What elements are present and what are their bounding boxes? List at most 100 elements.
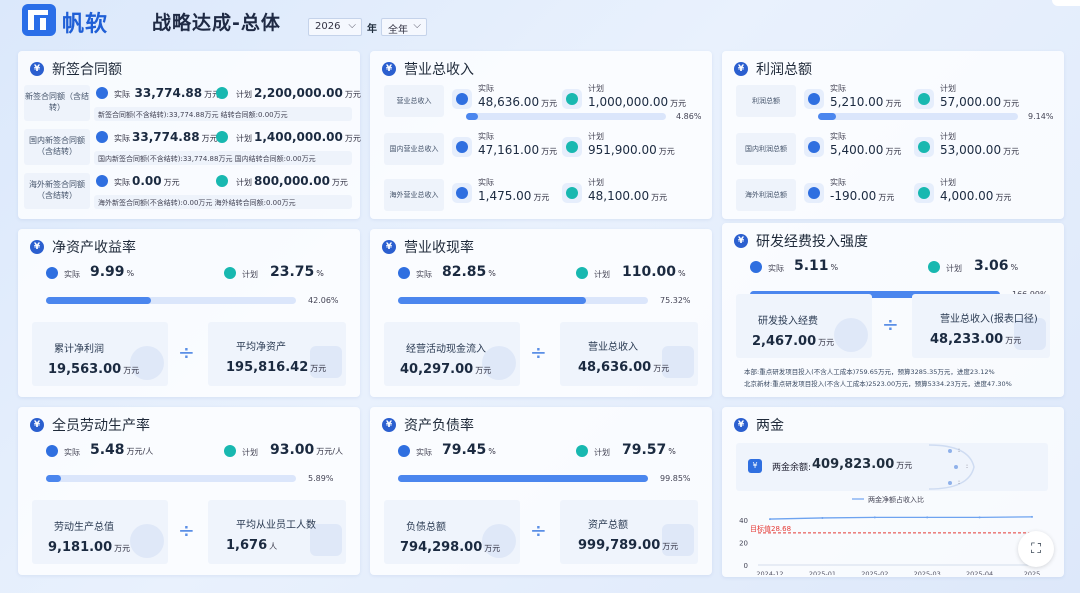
actual-label: 实际 (64, 448, 80, 457)
progress-bar (46, 475, 296, 482)
plan-icon (928, 261, 940, 273)
plan-label: 计划 (588, 132, 604, 141)
plan-value: 79.57% (622, 442, 676, 458)
row-label: 营业总收入 (396, 97, 432, 105)
plan-label: 计划 (588, 84, 604, 93)
actual-value: 5.48 万元/人 (90, 442, 154, 458)
actual-value: 实际 0.00 万元 (114, 174, 180, 188)
actual-value: 9.99% (90, 264, 135, 280)
row-note: 新签合同额(不含结转):33,774.88万元 结转合同额:0.00万元 (98, 111, 288, 119)
actual-icon (96, 175, 108, 187)
actual-value: 5,210.00 万元 (830, 95, 902, 109)
actual-icon (456, 187, 468, 199)
coin-icon (834, 318, 868, 352)
actual-value: 实际 33,774.88 万元 (114, 130, 218, 144)
rd-note: 本部:重点研发项目投入(不含人工成本)759.65万元，预算3285.35万元，… (744, 368, 995, 376)
plan-value: 53,000.00 万元 (940, 143, 1020, 157)
yen-icon: ¥ (734, 418, 748, 432)
header: 帆软 战略达成-总体 2026 ⌵ 年 全年 ⌵ (0, 0, 1080, 44)
plan-label: 计划 (242, 448, 258, 457)
year-select[interactable]: 2026 ⌵ (308, 18, 362, 36)
x-tick-label: 2025-02 (861, 570, 888, 575)
progress-bar (398, 297, 648, 304)
plan-label: 计划 (940, 84, 956, 93)
card-title: ¥ 利润总额 (734, 59, 812, 79)
card-title: ¥ 研发经费投入强度 (734, 231, 868, 251)
card-title: ¥ 资产负债率 (382, 415, 474, 435)
logo-icon (22, 4, 56, 36)
row-label: 国内利润总额 (745, 145, 787, 153)
numerator-label: 负债总额 (406, 522, 446, 533)
series-point (926, 516, 929, 519)
actual-value: 1,475.00 万元 (478, 189, 550, 203)
plan-label: 计划 (940, 178, 956, 187)
progress-bar (466, 113, 666, 120)
liangjin-card: ¥ 两金 ¥ 两金余额: 409,823.00 万元 : : : 两金净额占收入比 4… (722, 407, 1064, 577)
plan-value: 3.06% (974, 258, 1019, 274)
yen-icon: ¥ (734, 234, 748, 248)
progress-fill (818, 113, 837, 120)
rd-card: ¥研发经费投入强度实际5.11%计划3.06%166.99%研发投入经费营业总收… (722, 223, 1064, 397)
yen-icon: ¥ (734, 62, 748, 76)
row-label: 海外利润总额 (745, 191, 787, 199)
y-tick-label: 0 (744, 562, 748, 570)
divide-icon: ÷ (178, 340, 195, 364)
denominator-value: 999,789.00 万元 (578, 538, 679, 553)
actual-value: 5,400.00 万元 (830, 143, 902, 157)
actual-icon (398, 267, 410, 279)
actual-label: 实际 (478, 84, 494, 93)
plan-value: 57,000.00 万元 (940, 95, 1020, 109)
plan-value: 951,900.00 万元 (588, 143, 675, 157)
plan-icon (216, 175, 228, 187)
actual-value: 79.45% (442, 442, 496, 458)
plan-icon (566, 187, 578, 199)
period-select[interactable]: 全年 ⌵ (381, 18, 427, 36)
plan-icon (216, 87, 228, 99)
x-tick-label: 2025-03 (914, 570, 941, 575)
fullscreen-button[interactable]: ⛶ (1018, 531, 1054, 567)
plan-value: 4,000.00 万元 (940, 189, 1012, 203)
progress-percent: 4.86% (676, 112, 702, 121)
yen-icon: ¥ (30, 62, 44, 76)
actual-label: 实际 (768, 264, 784, 273)
y-tick-label: 40 (739, 517, 748, 525)
x-tick-label: 2025-01 (809, 570, 836, 575)
actual-icon (808, 141, 820, 153)
numerator-value: 9,181.00 万元 (48, 540, 131, 555)
plan-label: 计划 (594, 448, 610, 457)
actual-label: 实际 (478, 132, 494, 141)
series-point (769, 518, 771, 521)
dot-label: : (958, 479, 961, 486)
actual-icon (96, 131, 108, 143)
page-title: 战略达成-总体 (152, 12, 281, 34)
progress-fill (398, 297, 587, 304)
denominator-value: 48,636.00 万元 (578, 360, 670, 375)
plan-icon (918, 187, 930, 199)
row-label: 海外新签合同额（含结转） (29, 180, 85, 200)
profit-card: ¥ 利润总额 利润总额 实际 5,210.00 万元 计划 57,000.00 万元 9.14%… (722, 51, 1064, 219)
denominator-label: 平均净资产 (236, 342, 286, 353)
chevron-down-icon: ⌵ (413, 20, 421, 31)
actual-value: 82.85% (442, 264, 496, 280)
actual-label: 实际 (830, 84, 846, 93)
labor-card: ¥ 全员劳动生产率 实际 5.48 万元/人 计划 93.00 万元/人 5.89% 劳动生产总值… (18, 407, 360, 575)
progress-bar (818, 113, 1018, 120)
card-title: ¥ 净资产收益率 (30, 237, 136, 257)
card-title: ¥ 全员劳动生产率 (30, 415, 150, 435)
actual-label: 实际 (830, 132, 846, 141)
actual-value: 47,161.00 万元 (478, 143, 558, 157)
numerator-value: 794,298.00 万元 (400, 540, 501, 555)
divide-icon: ÷ (178, 518, 195, 542)
plan-icon (224, 267, 236, 279)
card-title: ¥ 营业收现率 (382, 237, 474, 257)
yen-icon: ¥ (382, 62, 396, 76)
target-label: 目标值28.68 (750, 524, 791, 533)
progress-bar (46, 297, 296, 304)
actual-value: 5.11% (794, 258, 839, 274)
row-label: 利润总额 (752, 97, 780, 105)
plan-icon (566, 141, 578, 153)
progress-fill (46, 297, 152, 304)
denominator-label: 营业总收入(报表口径) (940, 314, 1038, 325)
window-corner (1052, 0, 1080, 6)
plan-label: 计划 (594, 270, 610, 279)
